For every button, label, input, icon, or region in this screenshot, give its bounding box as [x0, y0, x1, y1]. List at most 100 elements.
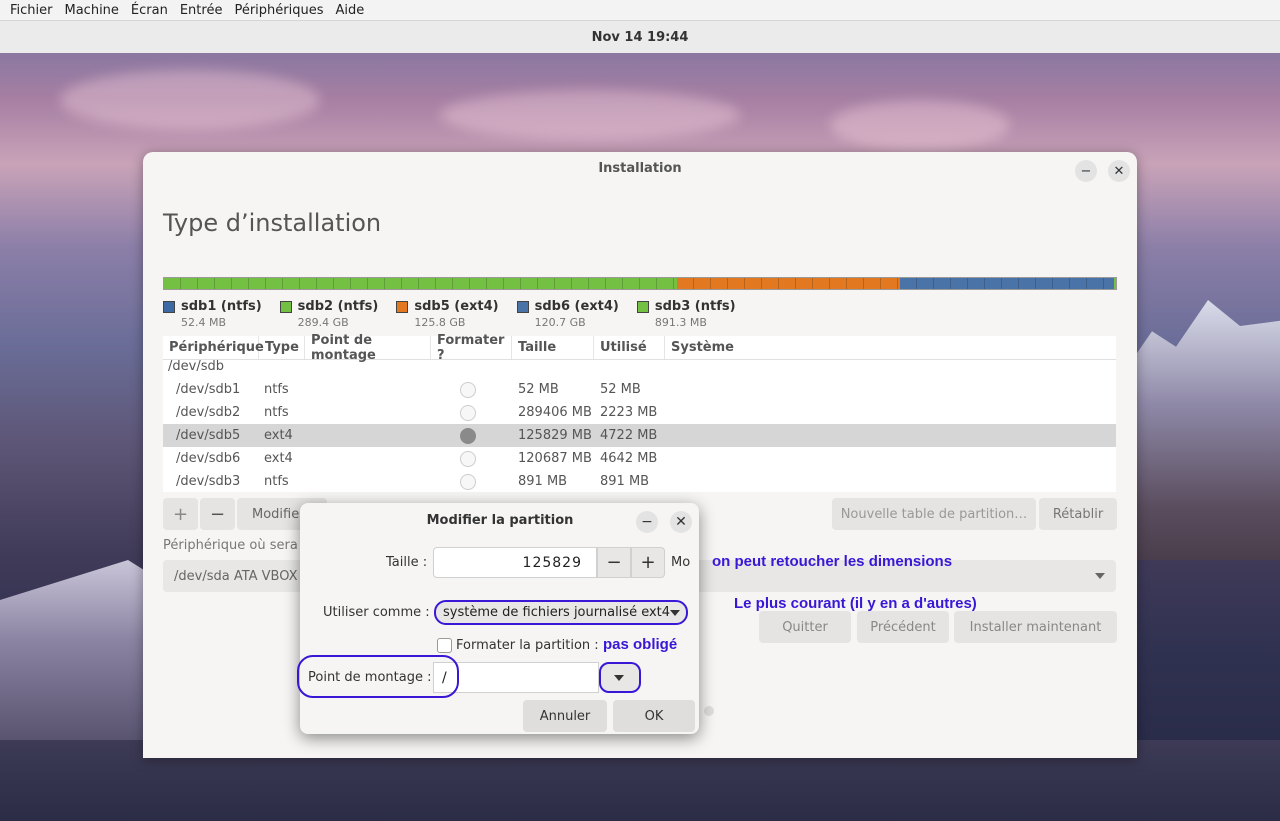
size-input[interactable]: 125829: [433, 547, 597, 578]
cell-size: 52 MB: [518, 382, 559, 397]
partition-bar: [163, 277, 1117, 290]
cell-size: 289406 MB: [518, 405, 592, 420]
bootloader-label: Périphérique où sera l: [163, 538, 306, 553]
column-header[interactable]: Système: [665, 336, 1116, 359]
size-decrease-button[interactable]: −: [597, 547, 631, 578]
legend-item: sdb6 (ext4) 120.7 GB: [516, 299, 619, 329]
window-title: Installation: [598, 161, 682, 176]
format-checkbox[interactable]: [460, 427, 476, 444]
column-header[interactable]: Périphérique: [163, 336, 264, 359]
legend-size: 289.4 GB: [297, 316, 349, 329]
menu-entree[interactable]: Entrée: [174, 3, 229, 18]
menu-machine[interactable]: Machine: [59, 3, 125, 18]
legend-label: sdb3 (ntfs): [654, 299, 736, 314]
cell-used: 891 MB: [600, 474, 650, 489]
menu-fichier[interactable]: Fichier: [4, 3, 59, 18]
column-header[interactable]: Utilisé: [594, 336, 665, 359]
page-title: Type d’installation: [163, 209, 382, 237]
menu-peripheriques[interactable]: Périphériques: [228, 3, 329, 18]
table-row[interactable]: /dev/sdb1 ntfs 52 MB 52 MB: [163, 378, 1116, 401]
legend-label: sdb6 (ext4): [534, 299, 619, 314]
cell-used: 4642 MB: [600, 451, 658, 466]
table-row[interactable]: /dev/sdb6 ext4 120687 MB 4642 MB: [163, 447, 1116, 470]
column-header[interactable]: Point de montage: [305, 333, 431, 363]
close-button[interactable]: ✕: [1108, 160, 1130, 182]
cancel-button[interactable]: Annuler: [523, 700, 607, 732]
column-header[interactable]: Taille: [512, 336, 594, 359]
minus-icon: −: [606, 552, 622, 573]
use-as-select[interactable]: système de fichiers journalisé ext4: [434, 600, 688, 625]
legend-label: sdb5 (ext4): [414, 299, 499, 314]
background-mountain: [1120, 300, 1280, 560]
clock[interactable]: Nov 14 19:44: [592, 30, 689, 45]
size-label: Taille :: [386, 555, 428, 570]
format-checkbox[interactable]: [460, 404, 476, 421]
dialog-minimize-button[interactable]: −: [636, 511, 658, 533]
legend-size: 125.8 GB: [414, 316, 466, 329]
plus-icon: +: [640, 552, 656, 573]
column-header[interactable]: Formater ?: [431, 333, 512, 363]
legend-swatch: [516, 300, 529, 313]
table-row-selected[interactable]: /dev/sdb5 ext4 125829 MB 4722 MB: [163, 424, 1116, 447]
legend-size: 120.7 GB: [534, 316, 586, 329]
cell-used: 52 MB: [600, 382, 641, 397]
legend-swatch: [279, 300, 292, 313]
menu-aide[interactable]: Aide: [330, 3, 371, 18]
cell-device: /dev/sdb1: [176, 382, 241, 397]
table-row[interactable]: /dev/sdb2 ntfs 289406 MB 2223 MB: [163, 401, 1116, 424]
menu-ecran[interactable]: Écran: [125, 3, 174, 18]
remove-partition-button[interactable]: −: [200, 498, 235, 530]
cell-type: ext4: [264, 428, 293, 443]
cell-device: /dev/sdb6: [176, 451, 241, 466]
partition-bar-segment: [676, 278, 901, 289]
partition-bar-segment: [1114, 278, 1116, 289]
revert-button[interactable]: Rétablir: [1039, 498, 1117, 530]
format-partition-checkbox[interactable]: [437, 638, 452, 653]
minimize-icon: −: [1080, 163, 1092, 179]
legend-item: sdb5 (ext4) 125.8 GB: [396, 299, 499, 329]
use-as-label: Utiliser comme :: [323, 605, 430, 620]
mount-point-dropdown-button[interactable]: [599, 662, 641, 693]
size-unit: Mo: [671, 555, 691, 570]
new-partition-table-button[interactable]: Nouvelle table de partition…: [832, 498, 1036, 530]
size-increase-button[interactable]: +: [631, 547, 665, 578]
legend-swatch: [396, 300, 409, 313]
ok-button[interactable]: OK: [613, 700, 695, 732]
table-header: Périphérique Type Point de montage Forma…: [163, 333, 1116, 363]
device-row[interactable]: /dev/sdb: [163, 360, 1116, 374]
legend-size: 52.4 MB: [181, 316, 227, 329]
install-now-button[interactable]: Installer maintenant: [954, 611, 1117, 643]
cell-format: [432, 473, 513, 490]
table-row[interactable]: /dev/sdb3 ntfs 891 MB 891 MB: [163, 470, 1116, 493]
format-checkbox[interactable]: [460, 381, 476, 398]
progress-dot: [704, 706, 714, 716]
legend-size: 891.3 MB: [654, 316, 707, 329]
minimize-button[interactable]: −: [1075, 160, 1097, 182]
background-cloud: [830, 100, 1010, 150]
use-as-value: système de fichiers journalisé ext4: [443, 605, 671, 620]
add-partition-button[interactable]: +: [163, 498, 198, 530]
close-icon: ✕: [1113, 163, 1125, 179]
legend-item: sdb1 (ntfs) 52.4 MB: [163, 299, 262, 329]
chevron-down-icon: [614, 675, 624, 681]
cell-size: 120687 MB: [518, 451, 592, 466]
legend-label: sdb2 (ntfs): [297, 299, 379, 314]
cell-type: ntfs: [264, 474, 289, 489]
dialog-close-button[interactable]: ✕: [670, 511, 692, 533]
modify-partition-dialog: Modifier la partition − ✕ Taille : 12582…: [297, 503, 699, 734]
background-cloud: [60, 70, 320, 130]
annotation-common: Le plus courant (il y en a d'autres): [734, 595, 977, 612]
partition-table: Périphérique Type Point de montage Forma…: [163, 333, 1116, 493]
format-checkbox[interactable]: [460, 450, 476, 467]
cell-size: 891 MB: [518, 474, 568, 489]
format-checkbox[interactable]: [460, 473, 476, 490]
legend-item: sdb2 (ntfs) 289.4 GB: [279, 299, 379, 329]
partition-bar-segment: [900, 278, 1115, 289]
chevron-down-icon: [670, 610, 680, 616]
quit-button[interactable]: Quitter: [759, 611, 851, 643]
cell-format: [432, 404, 513, 421]
back-button[interactable]: Précédent: [857, 611, 949, 643]
column-header[interactable]: Type: [259, 336, 305, 359]
cell-used: 2223 MB: [600, 405, 658, 420]
annotation-dimensions: on peut retoucher les dimensions: [712, 553, 953, 570]
